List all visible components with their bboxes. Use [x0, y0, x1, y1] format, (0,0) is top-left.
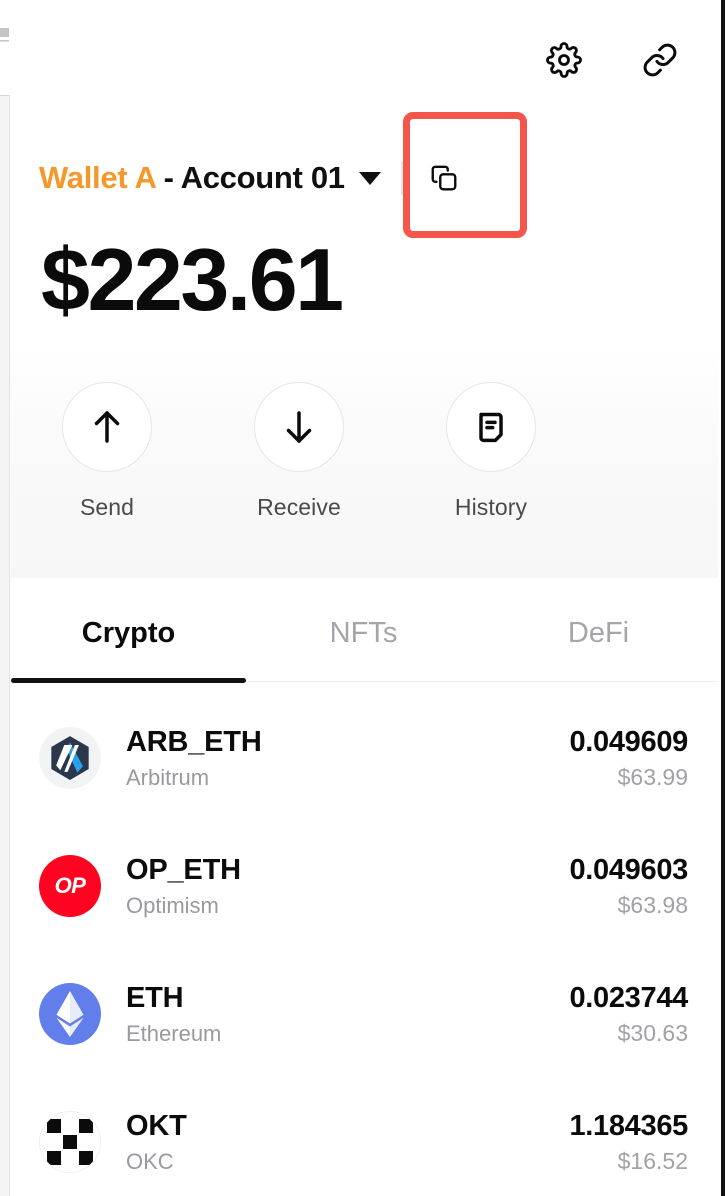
send-button[interactable]: Send: [11, 382, 203, 521]
history-button[interactable]: History: [395, 382, 587, 521]
token-amount: 0.023744: [569, 981, 688, 1014]
token-balance: 0.049603 $63.98: [569, 854, 688, 919]
okc-icon: [39, 1111, 101, 1173]
chevron-down-icon[interactable]: [358, 171, 381, 185]
token-balance: 0.023744 $30.63: [569, 982, 688, 1047]
token-chain: Ethereum: [126, 1020, 222, 1046]
token-amount: 0.049603: [569, 853, 688, 886]
token-symbol: ETH: [126, 982, 184, 1015]
history-icon-circle: [446, 382, 536, 472]
connect-sites-button[interactable]: [638, 38, 682, 82]
background-page-glyph: [0, 28, 9, 50]
asset-tabs: Crypto NFTs DeFi: [11, 586, 718, 683]
total-balance: $223.61: [41, 230, 344, 329]
token-symbol: OKT: [126, 1110, 187, 1143]
token-list: ARB_ETH Arbitrum 0.049609 $63.99 OP OP_E…: [11, 694, 718, 1196]
token-info: ARB_ETH Arbitrum: [126, 726, 569, 790]
link-icon: [643, 43, 677, 77]
wallet-popup-window: Wallet A - Account 01 $223.61 Send Recei…: [0, 0, 728, 1196]
vertical-scrollbar[interactable]: [721, 0, 725, 1196]
toolbar-icon-group: [542, 38, 682, 82]
table-row[interactable]: OKT OKC 1.184365 $16.52: [11, 1078, 718, 1196]
popup-toolbar: [11, 0, 718, 112]
table-row[interactable]: OP OP_ETH Optimism 0.049603 $63.98: [11, 822, 718, 950]
gear-icon: [546, 42, 582, 78]
document-icon: [479, 412, 503, 443]
token-fiat-value: $63.99: [617, 763, 688, 790]
arbitrum-icon: [39, 727, 101, 789]
token-info: OP_ETH Optimism: [126, 854, 569, 918]
token-balance: 0.049609 $63.99: [569, 726, 688, 791]
token-chain: OKC: [126, 1148, 174, 1174]
table-row[interactable]: ARB_ETH Arbitrum 0.049609 $63.99: [11, 694, 718, 822]
account-header: Wallet A - Account 01: [11, 148, 718, 208]
tab-crypto-label: Crypto: [81, 617, 176, 649]
ethereum-icon: [39, 983, 101, 1045]
background-page-toolbar: [0, 0, 10, 96]
token-info: ETH Ethereum: [126, 982, 569, 1046]
receive-label: Receive: [257, 494, 341, 520]
arrow-down-icon: [286, 411, 312, 443]
account-name-label: Account 01: [180, 160, 345, 195]
wallet-name: Wallet A: [39, 160, 157, 195]
token-fiat-value: $30.63: [617, 1019, 688, 1046]
settings-button[interactable]: [542, 38, 586, 82]
tab-nfts[interactable]: NFTs: [246, 586, 481, 681]
optimism-icon: OP: [39, 855, 101, 917]
okx-glyph: [47, 1119, 93, 1165]
token-info: OKT OKC: [126, 1110, 569, 1174]
receive-button[interactable]: Receive: [203, 382, 395, 521]
token-symbol: OP_ETH: [126, 854, 241, 887]
tab-defi[interactable]: DeFi: [481, 586, 716, 681]
receive-icon-circle: [254, 382, 344, 472]
tab-nfts-label: NFTs: [329, 617, 398, 649]
header-divider: [400, 161, 403, 195]
arbitrum-glyph: [51, 736, 89, 780]
copy-icon: [431, 165, 457, 191]
send-label: Send: [79, 494, 135, 520]
wallet-popup: Wallet A - Account 01 $223.61 Send Recei…: [11, 0, 718, 1196]
copy-address-button[interactable]: [415, 149, 473, 207]
send-icon-circle: [62, 382, 152, 472]
token-symbol: ARB_ETH: [126, 726, 262, 759]
tab-defi-label: DeFi: [567, 617, 630, 649]
background-page-left-edge: [0, 0, 10, 1196]
token-chain: Arbitrum: [126, 764, 210, 790]
account-separator: -: [163, 160, 174, 195]
tab-crypto[interactable]: Crypto: [11, 586, 246, 683]
ethereum-glyph: [56, 991, 84, 1037]
token-fiat-value: $63.98: [617, 891, 688, 918]
quick-actions: Send Receive History: [11, 348, 718, 578]
table-row[interactable]: ETH Ethereum 0.023744 $30.63: [11, 950, 718, 1078]
history-label: History: [454, 494, 528, 520]
token-balance: 1.184365 $16.52: [569, 1110, 688, 1175]
token-fiat-value: $16.52: [617, 1147, 688, 1174]
token-amount: 1.184365: [569, 1109, 688, 1142]
page-right-edge: [718, 0, 728, 1196]
token-amount: 0.049609: [569, 725, 688, 758]
token-chain: Optimism: [126, 892, 219, 918]
account-switcher[interactable]: Wallet A - Account 01: [39, 160, 381, 196]
optimism-badge-text: OP: [54, 873, 86, 898]
arrow-up-icon: [94, 411, 120, 443]
